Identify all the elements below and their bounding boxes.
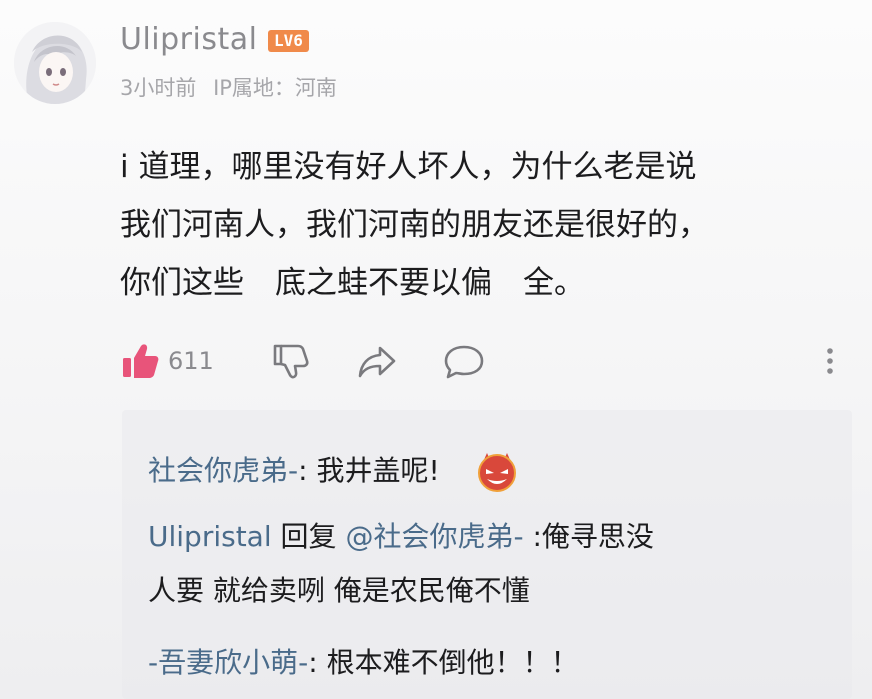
like-button[interactable]: 611 [120, 336, 214, 386]
share-icon [358, 346, 396, 378]
thumbs-up-icon [123, 344, 159, 378]
comment-line: 我们河南人，我们河南的朋友还是很好的， [120, 207, 709, 243]
reply-item[interactable]: -吾妻欣小萌-: 根本难不倒他！！！ [148, 638, 579, 688]
level-badge: LV6 [268, 30, 309, 52]
reply-author[interactable]: Ulipristal [148, 520, 272, 553]
username[interactable]: Ulipristal [120, 22, 257, 58]
reply-text: 我井盖呢! [316, 454, 440, 487]
comment-line: i 道理，哪里没有好人坏人，为什么老是说 [120, 149, 697, 185]
reply-separator: : [523, 520, 542, 553]
avatar[interactable] [14, 22, 96, 104]
more-vertical-icon [827, 348, 833, 374]
reply-text: 俺寻思没 [541, 520, 654, 553]
action-bar: 611 [0, 336, 872, 386]
replies-panel[interactable]: 社会你虎弟-: 我井盖呢! Ulipristal 回复 @社会你虎弟- :俺寻思… [122, 410, 852, 699]
ip-location: IP属地：河南 [213, 76, 337, 100]
reply-text: 根本难不倒他！！！ [326, 646, 579, 679]
dislike-button[interactable] [270, 336, 310, 386]
more-options-button[interactable] [818, 336, 842, 386]
reply-item[interactable]: 社会你虎弟-: 我井盖呢! [148, 446, 519, 496]
reply-mention[interactable]: @社会你虎弟- [345, 520, 523, 553]
comment-bubble-icon [444, 345, 484, 379]
like-count: 611 [168, 347, 214, 375]
reply-author[interactable]: -吾妻欣小萌- [148, 646, 308, 679]
comment-time: 3小时前 [120, 76, 197, 100]
avatar-image [14, 22, 96, 104]
thumbs-down-icon [273, 344, 309, 379]
reply-word: 回复 [271, 520, 346, 553]
reply-button[interactable] [442, 336, 486, 386]
comment-meta: 3小时前 IP属地：河南 [120, 74, 347, 102]
red-devil-emoji-icon [477, 453, 516, 492]
comment-body: i 道理，哪里没有好人坏人，为什么老是说 我们河南人，我们河南的朋友还是很好的，… [120, 138, 860, 312]
reply-author[interactable]: 社会你虎弟- [148, 454, 298, 487]
reply-text: 人要 就给卖咧 俺是农民俺不懂 [148, 574, 530, 607]
reply-separator: : [308, 646, 327, 679]
reply-item-continuation: 人要 就给卖咧 俺是农民俺不懂 [148, 566, 530, 616]
reply-separator: : [298, 454, 317, 487]
reply-item[interactable]: Ulipristal 回复 @社会你虎弟- :俺寻思没 [148, 512, 654, 562]
comment-line: 你们这些 底之蛙不要以偏 全。 [120, 265, 585, 301]
share-button[interactable] [356, 336, 398, 386]
